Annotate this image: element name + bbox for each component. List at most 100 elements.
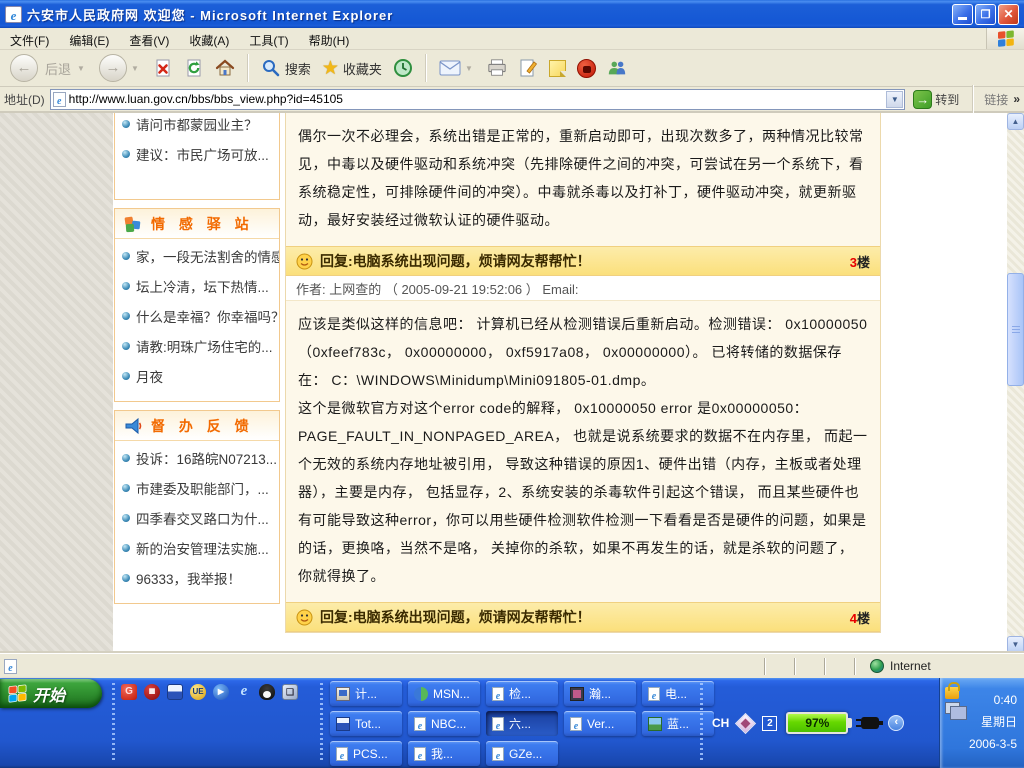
back-button[interactable]: ← 后退 ▼ bbox=[6, 52, 92, 84]
topic-link-label[interactable]: 四季春交叉路口为什... bbox=[136, 508, 269, 528]
messenger-button[interactable] bbox=[603, 56, 631, 80]
topic-link-label[interactable]: 市建委及职能部门，... bbox=[136, 478, 269, 498]
task-button[interactable]: 蓝... bbox=[642, 711, 714, 736]
edit-button[interactable] bbox=[514, 56, 542, 80]
topic-link-label[interactable]: 坛上冷清，坛下热情... bbox=[136, 276, 269, 296]
task-button[interactable]: NBC... bbox=[408, 711, 480, 736]
statusbar-separator bbox=[854, 658, 856, 675]
menu-help[interactable]: 帮助(H) bbox=[299, 28, 360, 49]
forward-dropdown-icon[interactable]: ▼ bbox=[131, 64, 139, 73]
total-commander-icon[interactable] bbox=[167, 684, 183, 700]
task-button[interactable]: GZe... bbox=[486, 741, 558, 766]
sidebar-topic-link[interactable]: 月夜 bbox=[115, 361, 279, 391]
ultraedit-icon[interactable] bbox=[190, 684, 206, 700]
topic-link-label[interactable]: 请问市都蒙园业主？ bbox=[136, 114, 258, 134]
floor-unit: 楼 bbox=[857, 255, 870, 270]
menu-file[interactable]: 文件(F) bbox=[0, 28, 59, 49]
sidebar-topic-link[interactable]: 投诉：16路皖N07213... bbox=[115, 443, 279, 473]
app-icon[interactable] bbox=[282, 684, 298, 700]
mail-dropdown-icon[interactable]: ▼ bbox=[465, 64, 473, 73]
toolbar-drag-handle[interactable] bbox=[320, 683, 323, 763]
internet-explorer-icon[interactable] bbox=[236, 684, 252, 700]
windows-flag-icon bbox=[7, 683, 28, 704]
toolbar-drag-handle[interactable] bbox=[700, 683, 703, 763]
flashget-icon[interactable] bbox=[121, 684, 137, 700]
topic-link-label[interactable]: 96333，我举报！ bbox=[136, 568, 241, 588]
address-url[interactable]: http://www.luan.gov.cn/bbs/bbs_view.php?… bbox=[69, 92, 884, 106]
topic-link-label[interactable]: 请教:明珠广场住宅的... bbox=[136, 336, 273, 356]
msn-icon bbox=[414, 687, 428, 701]
links-label[interactable]: 链接 bbox=[984, 91, 1008, 108]
history-button[interactable] bbox=[389, 56, 417, 80]
task-button[interactable]: Tot... bbox=[330, 711, 402, 736]
task-button[interactable]: 瀚... bbox=[564, 681, 636, 706]
qq-icon[interactable] bbox=[259, 684, 275, 700]
home-button[interactable] bbox=[211, 56, 239, 80]
ime-badge-icon[interactable]: 2 bbox=[762, 716, 777, 731]
vertical-scrollbar[interactable] bbox=[1007, 113, 1024, 653]
scroll-up-button[interactable] bbox=[1007, 113, 1024, 130]
task-button[interactable]: PCS... bbox=[330, 741, 402, 766]
minimize-button[interactable] bbox=[952, 4, 973, 25]
sidebar-topic-link[interactable]: 请教:明珠广场住宅的... bbox=[115, 331, 279, 361]
topic-link-label[interactable]: 建议：市民广场可放... bbox=[136, 144, 269, 164]
task-button[interactable]: 电... bbox=[642, 681, 714, 706]
network-icon[interactable] bbox=[945, 702, 960, 714]
notes-button[interactable] bbox=[545, 58, 570, 79]
topic-link-label[interactable]: 投诉：16路皖N07213... bbox=[136, 448, 277, 468]
battery-indicator[interactable]: 97% bbox=[786, 712, 848, 734]
collapse-chevron-icon[interactable] bbox=[888, 715, 904, 731]
links-chevron-icon[interactable]: » bbox=[1013, 92, 1020, 106]
task-button-active[interactable]: 六... bbox=[486, 711, 558, 736]
task-button[interactable]: Ver... bbox=[564, 711, 636, 736]
scrollbar-thumb[interactable] bbox=[1007, 273, 1024, 386]
address-input[interactable]: http://www.luan.gov.cn/bbs/bbs_view.php?… bbox=[50, 89, 906, 110]
toolbar-drag-handle[interactable] bbox=[112, 683, 115, 763]
address-dropdown-icon[interactable]: ▼ bbox=[886, 91, 903, 108]
mail-button[interactable]: ▼ bbox=[435, 58, 480, 78]
forward-button[interactable]: → ▼ bbox=[95, 52, 146, 84]
task-button[interactable]: 检... bbox=[486, 681, 558, 706]
task-button[interactable]: 我... bbox=[408, 741, 480, 766]
topic-link-label[interactable]: 家，一段无法割舍的情感 bbox=[136, 246, 279, 266]
sidebar-topic-link[interactable]: 建议：市民广场可放... bbox=[115, 139, 279, 169]
topic-link-label[interactable]: 新的治安管理法实施... bbox=[136, 538, 269, 558]
search-button[interactable]: 搜索 bbox=[257, 56, 315, 80]
refresh-button[interactable] bbox=[180, 56, 208, 80]
sidebar-topic-link[interactable]: 96333，我举报！ bbox=[115, 563, 279, 593]
print-button[interactable] bbox=[483, 56, 511, 80]
red-badge-icon[interactable] bbox=[144, 684, 160, 700]
sidebar-topic-link[interactable]: 新的治安管理法实施... bbox=[115, 533, 279, 563]
close-button[interactable] bbox=[998, 4, 1019, 25]
task-button[interactable]: MSN... bbox=[408, 681, 480, 706]
sidebar-topic-link[interactable]: 坛上冷清，坛下热情... bbox=[115, 271, 279, 301]
topic-link-label[interactable]: 月夜 bbox=[136, 366, 163, 386]
scroll-down-button[interactable] bbox=[1007, 636, 1024, 653]
lock-icon[interactable] bbox=[945, 687, 959, 699]
topic-link-label[interactable]: 什么是幸福？你幸福吗？ bbox=[136, 306, 279, 326]
ime-pen-icon[interactable] bbox=[735, 712, 756, 733]
go-button[interactable]: 转到 bbox=[910, 89, 962, 110]
task-button[interactable]: 计... bbox=[330, 681, 402, 706]
note-icon bbox=[549, 60, 566, 77]
start-button[interactable]: 开始 bbox=[0, 679, 102, 708]
floor-badge: 4楼 bbox=[850, 608, 870, 627]
sidebar-topic-link[interactable]: 市建委及职能部门，... bbox=[115, 473, 279, 503]
menu-edit[interactable]: 编辑(E) bbox=[59, 28, 119, 49]
media-player-icon[interactable] bbox=[213, 684, 229, 700]
restore-button[interactable] bbox=[975, 4, 996, 25]
sidebar-topic-link[interactable]: 四季春交叉路口为什... bbox=[115, 503, 279, 533]
favorites-button[interactable]: ★ 收藏夹 bbox=[318, 57, 386, 80]
menu-tools[interactable]: 工具(T) bbox=[239, 28, 298, 49]
sidebar-topic-link[interactable]: 请问市都蒙园业主？ bbox=[115, 113, 279, 139]
sidebar-topic-link[interactable]: 什么是幸福？你幸福吗？ bbox=[115, 301, 279, 331]
back-dropdown-icon[interactable]: ▼ bbox=[77, 64, 85, 73]
menu-favorites[interactable]: 收藏(A) bbox=[179, 28, 239, 49]
power-plug-icon[interactable] bbox=[861, 717, 879, 729]
sidebar-topic-link[interactable]: 家，一段无法割舍的情感 bbox=[115, 241, 279, 271]
input-language-indicator[interactable]: CH bbox=[712, 716, 729, 730]
refresh-icon bbox=[184, 58, 204, 78]
menu-view[interactable]: 查看(V) bbox=[119, 28, 179, 49]
stop-button[interactable] bbox=[149, 56, 177, 80]
download-manager-button[interactable] bbox=[573, 57, 600, 80]
